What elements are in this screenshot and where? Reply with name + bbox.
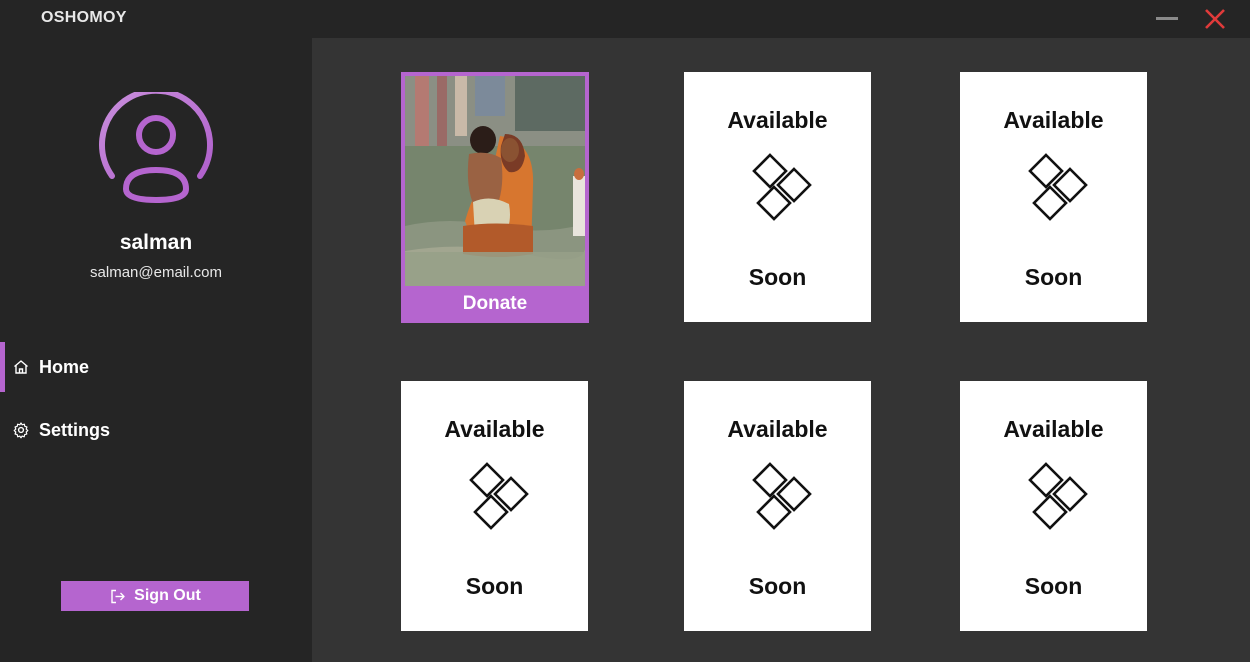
coming-soon-card[interactable]: Available Soon xyxy=(684,381,871,631)
logout-icon xyxy=(111,589,125,603)
main-content: Donate Available Soon Available Soon Ava… xyxy=(312,38,1250,662)
sidebar-item-home[interactable]: Home xyxy=(0,342,312,392)
diamond-tiles-icon xyxy=(469,462,529,530)
app-title: OSHOMOY xyxy=(41,9,127,26)
card-subtitle: Soon xyxy=(1024,264,1083,290)
card-title: Available xyxy=(1003,107,1104,133)
sign-out-label: Sign Out xyxy=(134,587,201,604)
card-title: Available xyxy=(727,416,828,442)
donate-label: Donate xyxy=(462,293,528,314)
sidebar-item-label: Settings xyxy=(39,419,111,440)
card-subtitle: Soon xyxy=(1024,573,1083,599)
card-subtitle: Soon xyxy=(748,264,807,290)
sidebar-item-label: Home xyxy=(39,356,90,377)
user-icon xyxy=(99,87,213,203)
card-title: Available xyxy=(444,416,545,442)
close-icon xyxy=(1205,9,1225,29)
coming-soon-card[interactable]: Available Soon xyxy=(960,381,1147,631)
close-button[interactable] xyxy=(1203,7,1227,31)
diamond-tiles-icon xyxy=(752,462,812,530)
sign-out-button[interactable]: Sign Out xyxy=(61,581,249,611)
user-email: salman@email.com xyxy=(90,264,222,281)
coming-soon-card[interactable]: Available Soon xyxy=(401,381,588,631)
coming-soon-card[interactable]: Available Soon xyxy=(960,72,1147,322)
coming-soon-card[interactable]: Available Soon xyxy=(684,72,871,322)
card-subtitle: Soon xyxy=(748,573,807,599)
gear-icon xyxy=(13,422,29,439)
card-subtitle: Soon xyxy=(465,573,524,599)
diamond-tiles-icon xyxy=(752,153,812,221)
active-indicator xyxy=(0,342,5,392)
title-bar: OSHOMOY xyxy=(0,0,1250,38)
donate-card[interactable]: Donate xyxy=(401,72,589,323)
card-title: Available xyxy=(727,107,828,133)
sidebar-item-settings[interactable]: Settings xyxy=(0,405,312,455)
home-icon xyxy=(14,360,28,374)
sidebar: salman salman@email.com Home Settings Si… xyxy=(0,38,312,662)
avatar xyxy=(98,87,214,208)
user-name: salman xyxy=(119,231,193,254)
minimize-button[interactable] xyxy=(1156,17,1178,20)
diamond-tiles-icon xyxy=(1028,153,1088,221)
card-title: Available xyxy=(1003,416,1104,442)
flood-relief-photo xyxy=(405,76,585,286)
diamond-tiles-icon xyxy=(1028,462,1088,530)
